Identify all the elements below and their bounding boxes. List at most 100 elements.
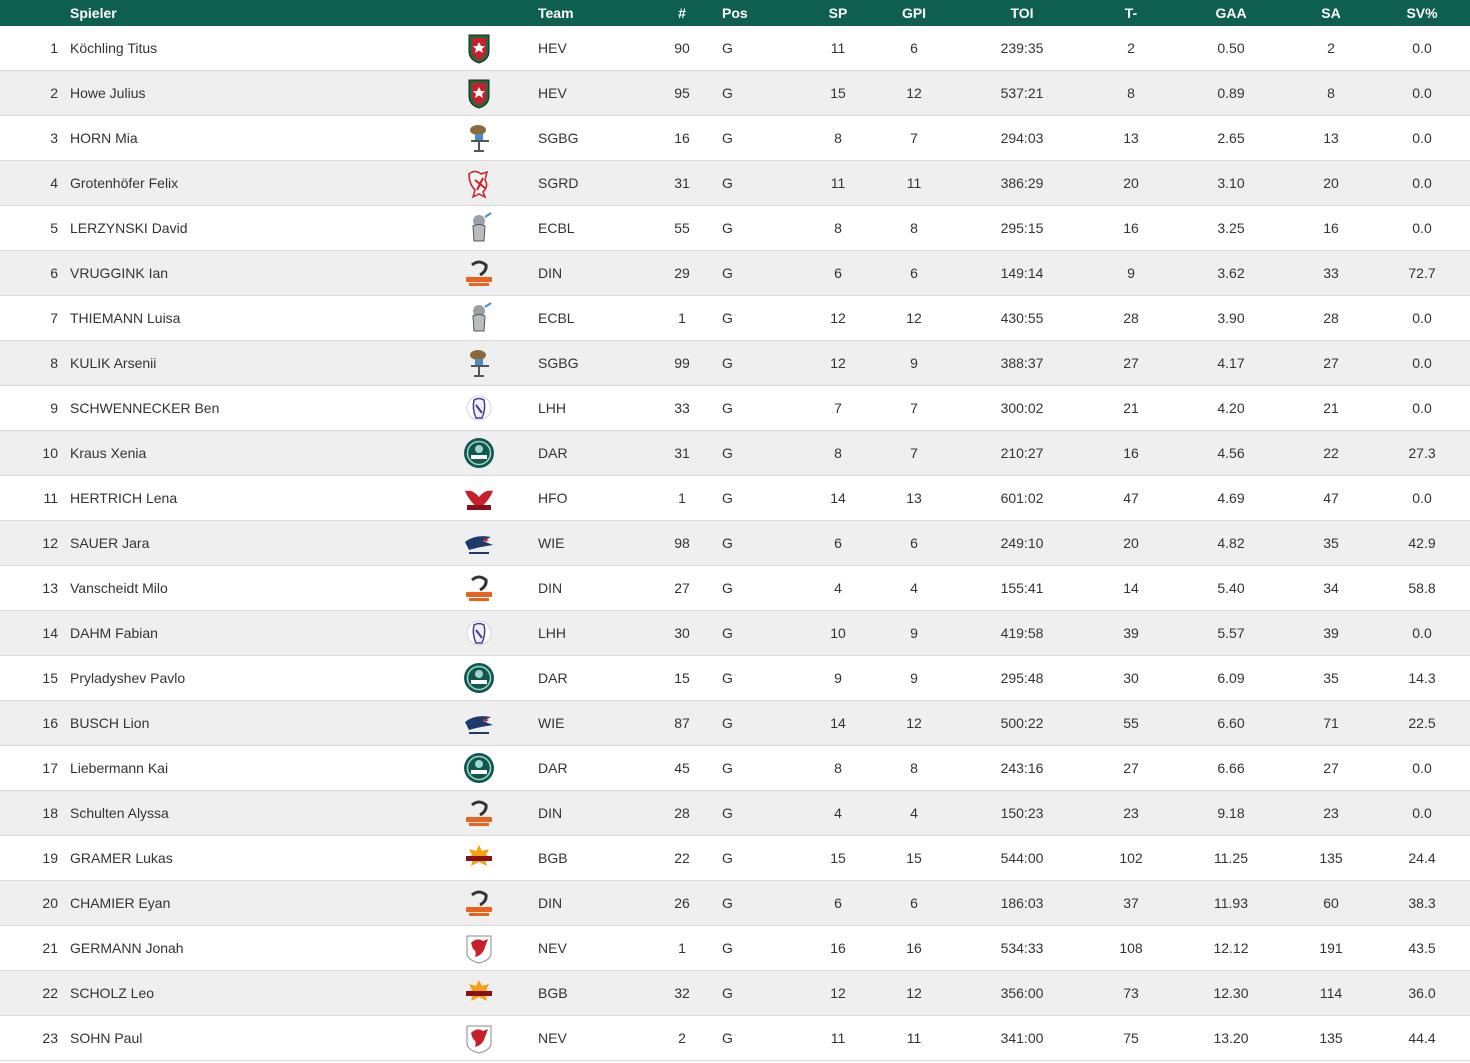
team-code[interactable]: LHH bbox=[538, 611, 608, 655]
rank: 16 bbox=[42, 715, 58, 731]
header-player[interactable]: Spieler bbox=[70, 0, 450, 26]
team-code[interactable]: DAR bbox=[538, 746, 608, 790]
header-gaa[interactable]: GAA bbox=[1196, 0, 1266, 26]
position: G bbox=[722, 625, 733, 641]
red-wings-icon bbox=[462, 476, 496, 520]
team-code[interactable]: DIN bbox=[538, 251, 608, 295]
team-code[interactable]: DIN bbox=[538, 566, 608, 610]
save-percentage: 0.0 bbox=[1412, 130, 1432, 146]
team-code[interactable]: SGBG bbox=[538, 116, 608, 160]
header-toi[interactable]: TOI bbox=[982, 0, 1062, 26]
position: G bbox=[722, 895, 733, 911]
header-team[interactable]: Team bbox=[538, 0, 608, 26]
position: G bbox=[722, 760, 733, 776]
team-code[interactable]: SGBG bbox=[538, 341, 608, 385]
save-percentage: 22.5 bbox=[1408, 715, 1436, 731]
team-code[interactable]: WIE bbox=[538, 701, 608, 745]
save-percentage: 24.4 bbox=[1408, 850, 1436, 866]
header-goals-against[interactable]: T- bbox=[1101, 0, 1161, 26]
rank: 15 bbox=[42, 670, 58, 686]
player-name[interactable]: HERTRICH Lena bbox=[70, 476, 450, 520]
round-dukes-badge-icon bbox=[462, 656, 496, 700]
goals-against-average: 3.25 bbox=[1217, 220, 1245, 236]
header-number[interactable]: # bbox=[652, 0, 712, 26]
player-name[interactable]: Liebermann Kai bbox=[70, 746, 450, 790]
player-name[interactable]: BUSCH Lion bbox=[70, 701, 450, 745]
player-name[interactable]: VRUGGINK Ian bbox=[70, 251, 450, 295]
player-name[interactable]: Kraus Xenia bbox=[70, 431, 450, 475]
jersey-number: 33 bbox=[674, 400, 690, 416]
header-gpi[interactable]: GPI bbox=[884, 0, 944, 26]
games-played: 8 bbox=[834, 760, 842, 776]
goals-against: 27 bbox=[1123, 760, 1139, 776]
player-name[interactable]: SOHN Paul bbox=[70, 1016, 450, 1060]
player-name[interactable]: Pryladyshev Pavlo bbox=[70, 656, 450, 700]
team-code[interactable]: BGB bbox=[538, 836, 608, 880]
player-name[interactable]: KULIK Arsenii bbox=[70, 341, 450, 385]
shots-against: 13 bbox=[1323, 130, 1339, 146]
player-name[interactable]: CHAMIER Eyan bbox=[70, 881, 450, 925]
goals-against-average: 4.17 bbox=[1217, 355, 1245, 371]
player-name[interactable]: HORN Mia bbox=[70, 116, 450, 160]
goals-against-average: 9.18 bbox=[1217, 805, 1245, 821]
team-code[interactable]: LHH bbox=[538, 386, 608, 430]
player-name[interactable]: GRAMER Lukas bbox=[70, 836, 450, 880]
rank: 19 bbox=[42, 850, 58, 866]
team-code[interactable]: DAR bbox=[538, 656, 608, 700]
shots-against: 20 bbox=[1323, 175, 1339, 191]
header-sa[interactable]: SA bbox=[1301, 0, 1361, 26]
team-code[interactable]: WIE bbox=[538, 521, 608, 565]
team-code[interactable]: HEV bbox=[538, 26, 608, 70]
player-name[interactable]: SCHWENNECKER Ben bbox=[70, 386, 450, 430]
player-name[interactable]: Howe Julius bbox=[70, 71, 450, 115]
player-name[interactable]: Schulten Alyssa bbox=[70, 791, 450, 835]
player-name[interactable]: Köchling Titus bbox=[70, 26, 450, 70]
team-code[interactable]: BGB bbox=[538, 971, 608, 1015]
games-played-in: 9 bbox=[910, 670, 918, 686]
rank: 8 bbox=[50, 355, 58, 371]
table-row: 23 SOHN Paul NEV 2 G 11 11 341:00 75 13.20 135 44.4 bbox=[0, 1016, 1470, 1061]
header-svp[interactable]: SV% bbox=[1392, 0, 1452, 26]
goals-against-average: 6.09 bbox=[1217, 670, 1245, 686]
team-code[interactable]: HEV bbox=[538, 71, 608, 115]
table-row: 9 SCHWENNECKER Ben LHH 33 G 7 7 300:02 21 4.20 21 0… bbox=[0, 386, 1470, 431]
team-code[interactable]: ECBL bbox=[538, 206, 608, 250]
goals-against: 55 bbox=[1123, 715, 1139, 731]
team-code[interactable]: HFO bbox=[538, 476, 608, 520]
polar-bear-icon bbox=[462, 386, 496, 430]
rank: 2 bbox=[50, 85, 58, 101]
player-name[interactable]: SCHOLZ Leo bbox=[70, 971, 450, 1015]
shots-against: 22 bbox=[1323, 445, 1339, 461]
team-code[interactable]: DIN bbox=[538, 791, 608, 835]
save-percentage: 27.3 bbox=[1408, 445, 1436, 461]
player-name[interactable]: THIEMANN Luisa bbox=[70, 296, 450, 340]
shots-against: 60 bbox=[1323, 895, 1339, 911]
team-code[interactable]: ECBL bbox=[538, 296, 608, 340]
team-code[interactable]: NEV bbox=[538, 1016, 608, 1060]
player-name[interactable]: SAUER Jara bbox=[70, 521, 450, 565]
position: G bbox=[722, 580, 733, 596]
rank: 1 bbox=[50, 40, 58, 56]
team-code[interactable]: DIN bbox=[538, 881, 608, 925]
team-code[interactable]: SGRD bbox=[538, 161, 608, 205]
team-code[interactable]: NEV bbox=[538, 926, 608, 970]
games-played: 11 bbox=[830, 175, 846, 191]
table-row: 21 GERMANN Jonah NEV 1 G 16 16 534:33 108 12.12 19… bbox=[0, 926, 1470, 971]
jersey-number: 2 bbox=[678, 1030, 686, 1046]
goals-against: 39 bbox=[1123, 625, 1139, 641]
player-name[interactable]: Grotenhöfer Felix bbox=[70, 161, 450, 205]
position: G bbox=[722, 535, 733, 551]
save-percentage: 0.0 bbox=[1412, 40, 1432, 56]
header-sp[interactable]: SP bbox=[808, 0, 868, 26]
jersey-number: 90 bbox=[674, 40, 690, 56]
player-name[interactable]: LERZYNSKI David bbox=[70, 206, 450, 250]
games-played-in: 16 bbox=[906, 940, 922, 956]
goals-against-average: 3.62 bbox=[1217, 265, 1245, 281]
player-name[interactable]: Vanscheidt Milo bbox=[70, 566, 450, 610]
table-row: 6 VRUGGINK Ian DIN 29 G 6 6 149:14 9 3.62 33 72.7 bbox=[0, 251, 1470, 296]
player-name[interactable]: DAHM Fabian bbox=[70, 611, 450, 655]
round-dukes-badge-icon bbox=[462, 746, 496, 790]
team-code[interactable]: DAR bbox=[538, 431, 608, 475]
header-position[interactable]: Pos bbox=[722, 0, 762, 26]
player-name[interactable]: GERMANN Jonah bbox=[70, 926, 450, 970]
